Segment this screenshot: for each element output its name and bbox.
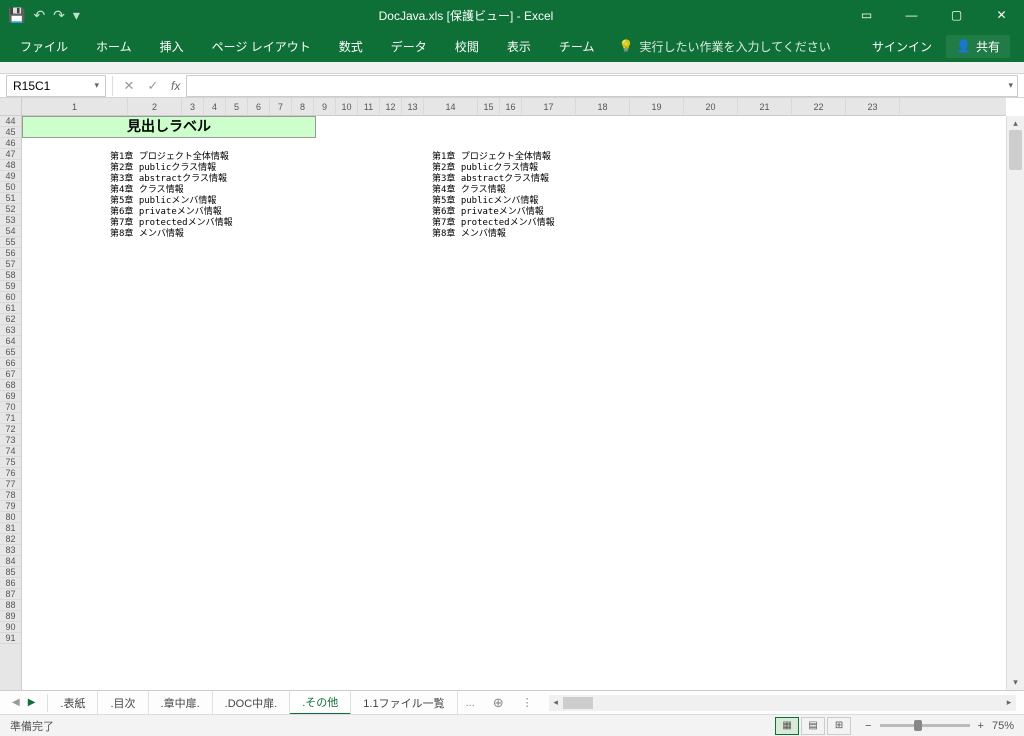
sheet-options-icon[interactable]: ⋮ bbox=[514, 696, 541, 709]
sheet-tab[interactable]: .その他 bbox=[290, 691, 351, 715]
select-all-corner[interactable] bbox=[0, 98, 22, 116]
tab-view[interactable]: 表示 bbox=[493, 30, 545, 62]
save-icon[interactable]: 💾 bbox=[8, 7, 25, 24]
undo-icon[interactable]: ↶ bbox=[33, 7, 45, 24]
window-title: DocJava.xls [保護ビュー] - Excel bbox=[88, 7, 844, 24]
lightbulb-icon: 💡 bbox=[618, 39, 633, 53]
fx-icon[interactable]: fx bbox=[165, 79, 186, 93]
tab-team[interactable]: チーム bbox=[545, 30, 609, 62]
sheet-nav-next-icon[interactable]: ▶ bbox=[28, 697, 36, 708]
ribbon-options-icon[interactable]: ▭ bbox=[844, 0, 889, 30]
scroll-left-icon[interactable]: ◂ bbox=[549, 697, 563, 708]
status-text: 準備完了 bbox=[10, 718, 54, 734]
horizontal-scrollbar[interactable]: ◂ ▸ bbox=[549, 695, 1016, 711]
share-button[interactable]: 👤 共有 bbox=[946, 35, 1010, 58]
zoom-slider[interactable] bbox=[880, 724, 970, 727]
sheet-more[interactable]: ... bbox=[458, 697, 483, 709]
sign-in-link[interactable]: サインイン bbox=[872, 38, 932, 55]
share-icon: 👤 bbox=[956, 39, 971, 53]
sheet-tab[interactable]: .章中扉. bbox=[149, 691, 213, 715]
maximize-icon[interactable]: ▢ bbox=[934, 0, 979, 30]
page-layout-view-icon[interactable]: ▤ bbox=[801, 717, 825, 735]
ribbon-tabs: ファイル ホーム 挿入 ページ レイアウト 数式 データ 校閲 表示 チーム 💡… bbox=[0, 30, 1024, 62]
scroll-down-icon[interactable]: ▾ bbox=[1007, 677, 1024, 688]
zoom-level[interactable]: 75% bbox=[992, 720, 1014, 732]
normal-view-icon[interactable]: ▦ bbox=[775, 717, 799, 735]
sheet-tab[interactable]: 1.1ファイル一覧 bbox=[351, 691, 457, 715]
qat-customize-icon[interactable]: ▾ bbox=[73, 7, 80, 24]
zoom-in-icon[interactable]: + bbox=[978, 720, 984, 732]
tab-data[interactable]: データ bbox=[377, 30, 441, 62]
formula-bar[interactable]: ▾ bbox=[186, 75, 1018, 97]
cancel-formula-icon[interactable]: ✕ bbox=[117, 78, 141, 94]
ribbon-body bbox=[0, 62, 1024, 74]
hscroll-thumb[interactable] bbox=[563, 697, 593, 709]
sheet-tab[interactable]: .目次 bbox=[98, 691, 148, 715]
close-icon[interactable]: ✕ bbox=[979, 0, 1024, 30]
sheet-tab[interactable]: .表紙 bbox=[48, 691, 98, 715]
page-break-view-icon[interactable]: ⊞ bbox=[827, 717, 851, 735]
zoom-out-icon[interactable]: − bbox=[865, 720, 871, 732]
tab-insert[interactable]: 挿入 bbox=[146, 30, 198, 62]
chevron-down-icon[interactable]: ▾ bbox=[94, 80, 99, 91]
tab-formulas[interactable]: 数式 bbox=[325, 30, 377, 62]
tab-file[interactable]: ファイル bbox=[6, 30, 82, 62]
scroll-right-icon[interactable]: ▸ bbox=[1002, 697, 1016, 708]
tab-home[interactable]: ホーム bbox=[82, 30, 146, 62]
name-box[interactable]: R15C1 ▾ bbox=[6, 75, 106, 97]
expand-formula-icon[interactable]: ▾ bbox=[1008, 80, 1013, 91]
sheet-tab[interactable]: .DOC中扉. bbox=[213, 691, 291, 715]
tab-page-layout[interactable]: ページ レイアウト bbox=[198, 30, 325, 62]
enter-formula-icon[interactable]: ✓ bbox=[141, 78, 165, 94]
tell-me-search[interactable]: 💡 実行したい作業を入力してください bbox=[618, 38, 830, 55]
add-sheet-icon[interactable]: ⊕ bbox=[483, 695, 514, 711]
tab-review[interactable]: 校閲 bbox=[441, 30, 493, 62]
sheet-nav-prev-icon[interactable]: ◀ bbox=[12, 697, 20, 708]
minimize-icon[interactable]: — bbox=[889, 0, 934, 30]
redo-icon[interactable]: ↷ bbox=[53, 7, 65, 24]
